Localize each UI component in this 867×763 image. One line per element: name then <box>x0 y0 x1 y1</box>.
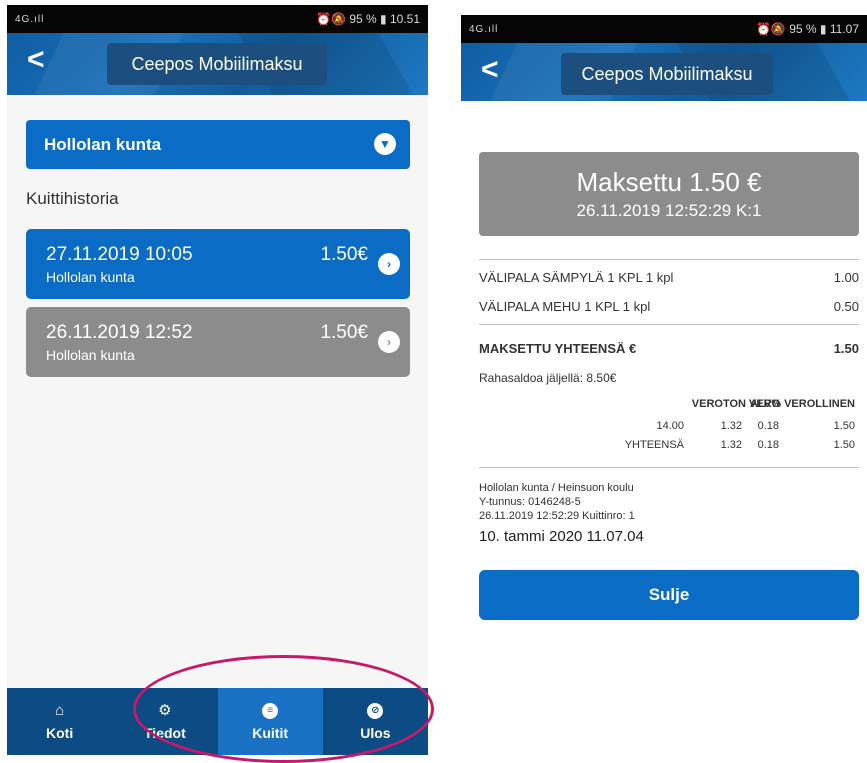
divider <box>479 259 859 260</box>
app-header: < Ceepos Mobiilimaksu <box>461 43 867 101</box>
app-header: < Ceepos Mobiilimaksu <box>7 33 428 95</box>
app-title: Ceepos Mobiilimaksu <box>107 43 327 85</box>
alarm-mute-icons: ⏰🔕 <box>316 12 346 26</box>
battery-level: 95 % <box>789 22 817 36</box>
chevron-down-icon: ▼ <box>374 133 396 155</box>
payment-summary: Maksettu 1.50 € 26.11.2019 12:52:29 K:1 <box>479 152 859 236</box>
highlight-ellipse <box>133 655 434 763</box>
app-title: Ceepos Mobiilimaksu <box>561 53 773 95</box>
divider <box>479 467 859 468</box>
status-bar: 4G.ıll ⏰🔕 95 % ▮ 11.07 <box>461 15 867 43</box>
signal-icon: 4G.ıll <box>15 13 45 25</box>
status-bar: 4G.ıll ⏰🔕 95 % ▮ 10.51 <box>7 5 428 33</box>
nav-home[interactable]: ⌂ Koti <box>7 688 112 755</box>
signal-icon: 4G.ıll <box>469 23 499 35</box>
alarm-mute-icons: ⏰🔕 <box>755 22 786 36</box>
remaining-balance: Rahasaldoa jäljellä: 8.50€ <box>479 371 617 385</box>
dropdown-label: Hollolan kunta <box>44 134 162 154</box>
paid-title: Maksettu 1.50 € <box>576 167 762 197</box>
paid-date: 26.11.2019 12:52:29 K:1 <box>576 201 762 220</box>
receipt-amount: 1.50€ <box>320 244 368 265</box>
receipt-date: 27.11.2019 10:05 <box>46 244 193 265</box>
receipt-card[interactable]: 27.11.2019 10:05 Hollolan kunta 1.50€ › <box>26 229 410 299</box>
municipality-dropdown[interactable]: Hollolan kunta ▼ <box>26 120 410 169</box>
receipt-total: MAKSETTU YHTEENSÄ €1.50 <box>479 341 859 356</box>
close-button[interactable]: Sulje <box>479 570 859 620</box>
chevron-right-icon: › <box>378 253 400 275</box>
receipt-amount: 1.50€ <box>320 322 368 343</box>
nav-label: Koti <box>46 724 74 741</box>
divider <box>479 324 859 325</box>
receipt-date: 26.11.2019 12:52 <box>46 322 193 343</box>
back-button[interactable]: < <box>481 55 499 85</box>
receipt-history-screen: 4G.ıll ⏰🔕 95 % ▮ 10.51 < Ceepos Mobiilim… <box>7 5 428 755</box>
battery-level: 95 % <box>349 12 377 26</box>
home-icon: ⌂ <box>55 701 65 719</box>
receipt-merchant: Hollolan kunta <box>46 269 135 285</box>
clock: 10.51 <box>389 12 420 26</box>
receipt-merchant: Hollolan kunta <box>46 347 135 363</box>
generated-timestamp: 10. tammi 2020 11.07.04 <box>479 528 644 545</box>
clock: 11.07 <box>829 22 859 36</box>
chevron-right-icon: › <box>378 331 400 353</box>
receipt-line-item: VÄLIPALA MEHU 1 KPL 1 kpl 0.50 <box>479 299 859 314</box>
section-title: Kuittihistoria <box>26 189 119 208</box>
merchant-info: Hollolan kunta / Heinsuon koulu Y-tunnus… <box>479 482 635 522</box>
receipt-line-item: VÄLIPALA SÄMPYLÄ 1 KPL 1 kpl 1.00 <box>479 270 859 285</box>
receipt-detail-screen: 4G.ıll ⏰🔕 95 % ▮ 11.07 < Ceepos Mobiilim… <box>461 15 867 755</box>
back-button[interactable]: < <box>27 45 45 75</box>
receipt-card[interactable]: 26.11.2019 12:52 Hollolan kunta 1.50€ › <box>26 307 410 377</box>
